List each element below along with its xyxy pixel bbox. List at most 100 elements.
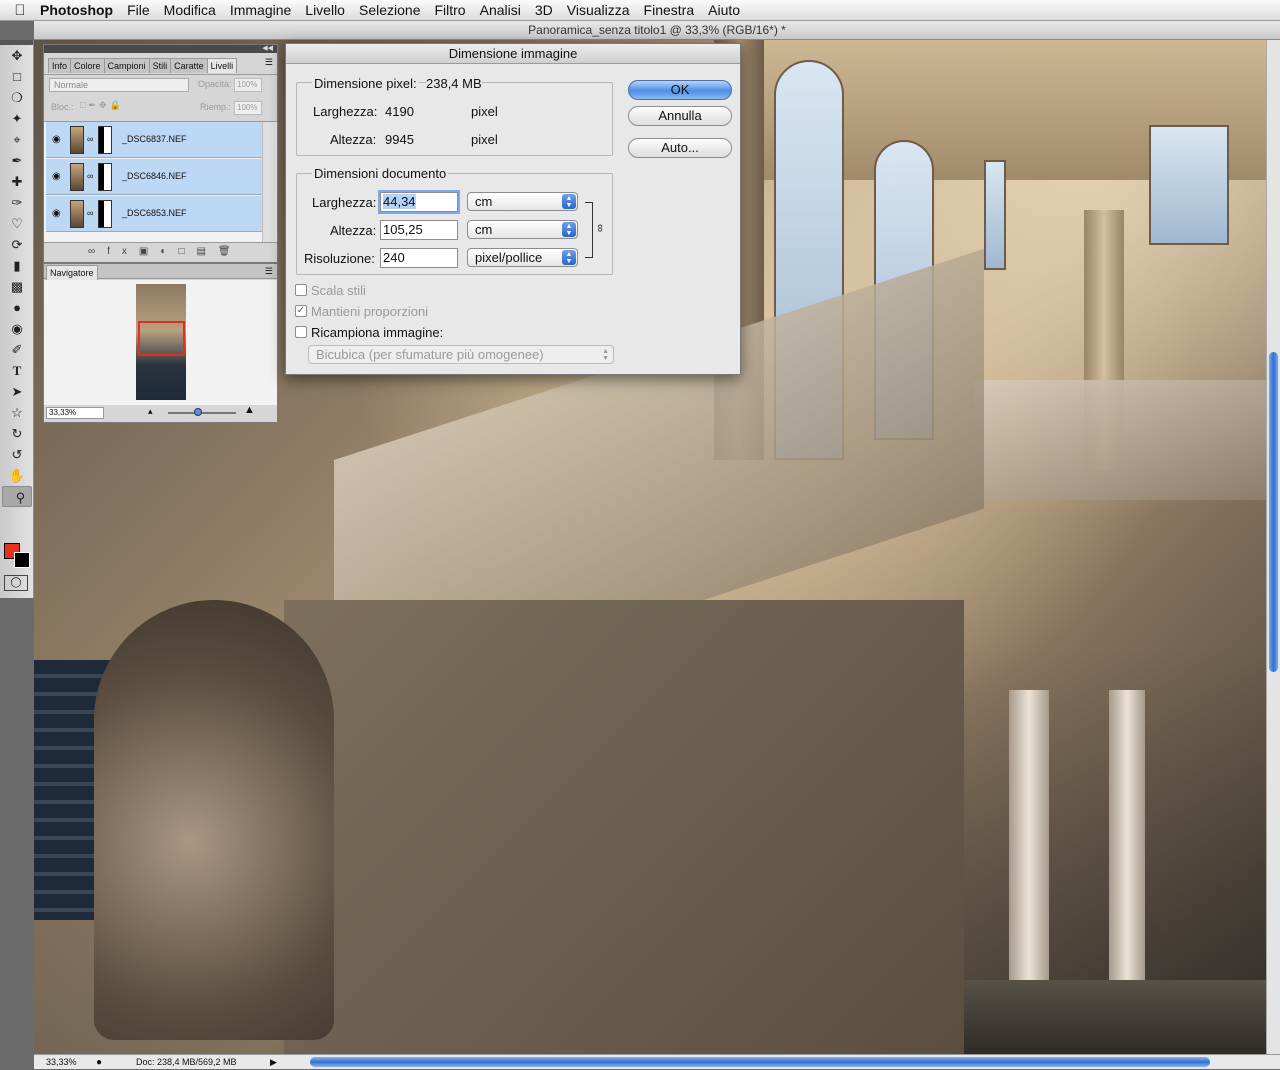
path-selection-tool-icon[interactable]: ➤ [2,381,32,402]
gradient-tool-icon[interactable]: ▩ [2,276,32,297]
ok-button[interactable]: OK [628,80,732,100]
constrain-proportions-checkbox[interactable]: ✓ [295,305,307,317]
dialog-title-bar[interactable]: Dimensione immagine [286,44,740,64]
resample-checkbox[interactable] [295,326,307,338]
eye-icon[interactable]: ◉ [52,208,61,219]
menu-visualizza[interactable]: Visualizza [567,2,644,18]
navigator-zoom-field[interactable]: 33,33% [46,407,104,419]
move-tool-icon[interactable]: ✥ [2,45,32,66]
chain-icon[interactable]: ∞ [87,171,93,181]
add-mask-icon[interactable]: ▣ [139,246,160,257]
layer-mask-thumbnail[interactable] [98,200,112,228]
layer-mask-thumbnail[interactable] [98,163,112,191]
doc-width-input[interactable]: 44,34 [380,192,458,212]
menu-modifica[interactable]: Modifica [164,2,230,18]
horizontal-scrollbar-thumb[interactable] [310,1057,1210,1067]
menu-file[interactable]: File [127,2,164,18]
menu-livello[interactable]: Livello [305,2,359,18]
apple-icon[interactable]:  [0,2,40,19]
3d-orbit-tool-icon[interactable]: ↺ [2,444,32,465]
chain-icon[interactable]: ∞ [87,208,93,218]
resolution-input[interactable]: 240 [380,248,458,268]
magic-wand-tool-icon[interactable]: ✦ [2,108,32,129]
3d-rotate-tool-icon[interactable]: ↻ [2,423,32,444]
tab-navigatore[interactable]: Navigatore [46,265,98,280]
menu-aiuto[interactable]: Aiuto [708,2,754,18]
clone-stamp-tool-icon[interactable]: ♡ [2,213,32,234]
menu-app-name[interactable]: Photoshop [40,2,113,18]
zoom-out-icon[interactable]: ▴ [148,406,153,417]
brush-tool-icon[interactable]: ✑ [2,192,32,213]
eyedropper-tool-icon[interactable]: ✒ [2,150,32,171]
menu-finestra[interactable]: Finestra [644,2,709,18]
lasso-tool-icon[interactable]: ❍ [2,87,32,108]
panel-collapse-icon[interactable]: ◀◀ [44,45,277,53]
navigator-menu-icon[interactable]: ☰ [265,266,273,277]
eye-icon[interactable]: ◉ [52,134,61,145]
vertical-scrollbar-thumb[interactable] [1269,352,1278,672]
tab-caratteri[interactable]: Caratte [170,58,208,73]
hand-tool-icon[interactable]: ✋ [2,465,32,486]
pixel-dimensions-value: 238,4 MB [426,76,482,91]
eraser-tool-icon[interactable]: ▮ [2,255,32,276]
fx-icon[interactable]: fx [107,246,139,257]
blend-mode-select[interactable]: Normale [49,78,189,92]
layer-row[interactable]: ◉ ∞ _DSC6837.NEF [46,122,262,158]
chain-icon[interactable]: ∞ [87,134,93,144]
vertical-scrollbar[interactable] [1266,40,1280,1054]
navigator-view-box[interactable] [138,321,185,356]
doc-height-input[interactable]: 105,25 [380,220,458,240]
adjustment-layer-icon[interactable]: ◐ [160,246,178,257]
constrain-bracket [585,202,593,258]
zoom-slider-handle[interactable] [194,408,202,416]
menu-analisi[interactable]: Analisi [480,2,535,18]
doc-width-unit-select[interactable]: cm ▲ ▼ [467,192,578,211]
layer-row[interactable]: ◉ ∞ _DSC6853.NEF [46,196,262,232]
menu-filtro[interactable]: Filtro [434,2,479,18]
opacity-field[interactable]: 100% [234,78,262,92]
status-zoom[interactable]: 33,33% [46,1055,77,1069]
lock-icons[interactable]: □✒✥🔒 [80,100,124,111]
cancel-button[interactable]: Annulla [628,106,732,126]
tab-campioni[interactable]: Campioni [103,58,150,73]
resolution-unit-select[interactable]: pixel/pollice ▲ ▼ [467,248,578,267]
tab-colore[interactable]: Colore [70,58,105,73]
link-layers-icon[interactable]: ∞ [88,246,107,257]
tab-info[interactable]: Info [48,58,72,73]
zoom-in-icon[interactable]: ▲ [244,404,255,416]
fill-field[interactable]: 100% [234,101,262,115]
shape-tool-icon[interactable]: ☆ [2,402,32,423]
zoom-slider-track[interactable] [168,412,236,414]
background-color-swatch[interactable] [14,552,30,568]
status-menu-icon[interactable]: ● [96,1056,102,1070]
new-layer-icon[interactable]: ▤ [196,246,217,257]
doc-height-unit-select[interactable]: cm ▲ ▼ [467,220,578,239]
history-brush-tool-icon[interactable]: ⟳ [2,234,32,255]
document-title-bar[interactable]: Panoramica_senza titolo1 @ 33,3% (RGB/16… [34,21,1280,40]
dodge-tool-icon[interactable]: ◉ [2,318,32,339]
layer-mask-thumbnail[interactable] [98,126,112,154]
layer-row[interactable]: ◉ ∞ _DSC6846.NEF [46,159,262,195]
eye-icon[interactable]: ◉ [52,171,61,182]
blur-tool-icon[interactable]: ● [2,297,32,318]
auto-button[interactable]: Auto... [628,138,732,158]
quick-mask-icon[interactable]: ◯ [4,575,28,591]
menu-immagine[interactable]: Immagine [230,2,305,18]
tab-livelli[interactable]: Livelli [206,58,238,73]
panel-menu-icon[interactable]: ☰ [265,57,273,68]
healing-brush-tool-icon[interactable]: ✚ [2,171,32,192]
layers-scrollbar[interactable] [262,122,276,242]
scale-styles-checkbox[interactable] [295,284,307,296]
marquee-tool-icon[interactable]: □ [2,66,32,87]
crop-tool-icon[interactable]: ⌖ [2,129,32,150]
zoom-tool-icon[interactable]: ⚲ [2,486,32,507]
type-tool-icon[interactable]: T [2,360,32,381]
pen-tool-icon[interactable]: ✐ [2,339,32,360]
trash-icon[interactable]: 🗑 [218,246,243,257]
menu-3d[interactable]: 3D [535,2,567,18]
status-arrow-icon[interactable]: ▶ [270,1055,277,1069]
menu-selezione[interactable]: Selezione [359,2,435,18]
tab-stili[interactable]: Stili [148,58,172,73]
new-group-icon[interactable]: □ [178,246,196,257]
resample-method-select[interactable]: Bicubica (per sfumature più omogenee) ▲ ▼ [308,345,614,364]
